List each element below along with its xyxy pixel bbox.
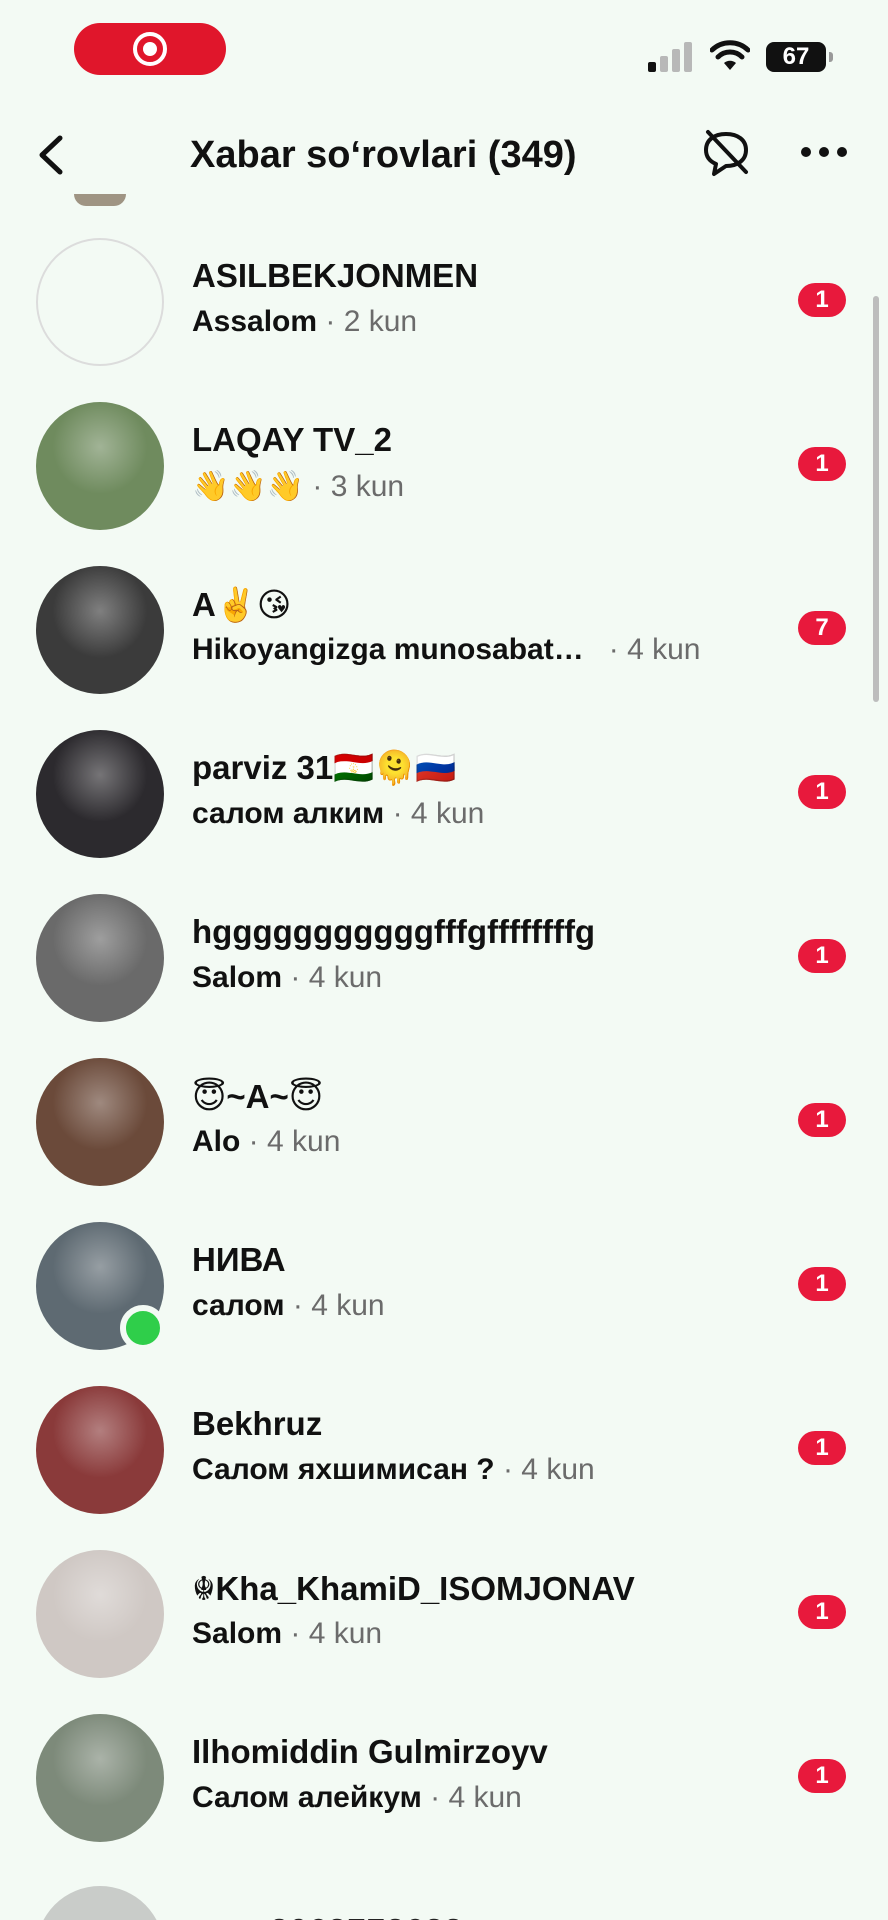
message-text: Салом алейкум <box>192 1781 422 1814</box>
request-name: Bekhruz <box>192 1405 323 1442</box>
message-text: салом <box>192 1289 285 1322</box>
request-name: 😇~A~😇 <box>192 1078 324 1115</box>
message-text: Салом яхшимисан ? <box>192 1453 495 1486</box>
screen-recording-indicator[interactable] <box>74 23 226 75</box>
message-preview: Салом яхшимисан ? · 4 kun <box>192 1453 595 1487</box>
list-item[interactable]: ASILBEKJONMEN Assalom · 2 kun 1 <box>0 219 888 383</box>
request-name: 2063773633 <box>270 1912 464 1920</box>
message-time: · 4 kun <box>430 1781 522 1814</box>
list-item[interactable]: 😇~A~😇 Alo · 4 kun 1 <box>0 1039 888 1203</box>
unread-count-badge: 1 <box>798 283 846 317</box>
screen-recording-icon <box>133 32 167 66</box>
status-bar: 67 <box>0 0 888 100</box>
message-preview: 👋👋👋 · 3 kun <box>192 469 404 504</box>
unread-count-badge: 1 <box>798 1431 846 1465</box>
list-item[interactable]: НИВА салом · 4 kun 1 <box>0 1203 888 1367</box>
avatar <box>36 894 164 1022</box>
request-name: LAQAY TV_2 <box>192 421 392 458</box>
avatar <box>36 402 164 530</box>
message-time: · 4 kun <box>608 633 701 666</box>
avatar <box>74 194 126 206</box>
avatar <box>36 1886 164 1920</box>
battery-indicator: 67 <box>766 42 833 72</box>
message-preview: Hikoyangizga munosabat… · 4 kun <box>192 633 700 667</box>
wifi-icon <box>710 40 750 70</box>
message-text: Alo <box>192 1125 241 1158</box>
avatar <box>36 238 164 366</box>
cellular-signal-icon <box>648 42 692 72</box>
list-item[interactable]: LAQAY TV_2 👋👋👋 · 3 kun 1 <box>0 383 888 547</box>
avatar <box>36 730 164 858</box>
message-preview: Alo · 4 kun <box>192 1125 340 1159</box>
list-item[interactable]: A✌️😘 Hikoyangizga munosabat… · 4 kun 7 <box>0 547 888 711</box>
unread-count-badge: 1 <box>798 939 846 973</box>
message-preview: салом · 4 kun <box>192 1289 385 1323</box>
online-status-dot <box>120 1305 166 1351</box>
request-name: ASILBEKJONMEN <box>192 257 479 294</box>
list-item[interactable]: hgggggggggggfffgffffffffg Salom · 4 kun 1 <box>0 875 888 1039</box>
message-preview: Салом алейкум · 4 kun <box>192 1781 522 1815</box>
message-text: салом алким <box>192 797 385 830</box>
avatar <box>36 1058 164 1186</box>
message-time: · 4 kun <box>292 1289 385 1322</box>
list-item[interactable]: Bekhruz Салом яхшимисан ? · 4 kun 1 <box>0 1367 888 1531</box>
unread-count-badge: 7 <box>798 611 846 645</box>
message-preview: Salom · 4 kun <box>192 961 382 995</box>
message-text: Assalom <box>192 305 318 338</box>
avatar <box>36 1550 164 1678</box>
message-preview: Assalom · 2 kun <box>192 305 417 339</box>
avatar <box>36 1386 164 1514</box>
unread-count-badge: 1 <box>798 775 846 809</box>
list-item[interactable]: ☬Kha_KhamiD_ISOMJONAV Salom · 4 kun 1 <box>0 1531 888 1695</box>
list-item[interactable]: 2063773633 <box>0 1886 888 1920</box>
message-requests-list[interactable]: ASILBEKJONMEN Assalom · 2 kun 1 LAQAY TV_2 👋… <box>0 146 888 1920</box>
message-text: 👋👋👋 <box>192 470 305 503</box>
request-name: A✌️😘 <box>192 586 292 623</box>
unread-count-badge: 1 <box>798 1595 846 1629</box>
message-time: · 4 kun <box>248 1125 341 1158</box>
message-time: · 4 kun <box>290 1617 383 1650</box>
message-text: Hikoyangizga munosabat… <box>192 633 584 666</box>
list-item[interactable]: Ilhomiddin Gulmirzoyv Салом алейкум · 4 k… <box>0 1695 888 1859</box>
message-preview: салом алким · 4 kun <box>192 797 484 831</box>
unread-count-badge: 1 <box>798 1267 846 1301</box>
message-time: · 3 kun <box>312 470 405 503</box>
message-text: Salom <box>192 961 283 994</box>
request-name: ☬Kha_KhamiD_ISOMJONAV <box>192 1570 635 1607</box>
message-text: Salom <box>192 1617 283 1650</box>
unread-count-badge: 1 <box>798 1103 846 1137</box>
message-preview: Salom · 4 kun <box>192 1617 382 1651</box>
message-time: · 4 kun <box>392 797 485 830</box>
unread-count-badge: 1 <box>798 1759 846 1793</box>
request-name: Ilhomiddin Gulmirzoyv <box>192 1733 548 1770</box>
message-time: · 4 kun <box>290 961 383 994</box>
request-name: hgggggggggggfffgffffffffg <box>192 913 596 950</box>
request-name: НИВА <box>192 1241 286 1278</box>
scrollbar[interactable] <box>873 296 879 702</box>
message-time: · 4 kun <box>502 1453 595 1486</box>
avatar <box>36 566 164 694</box>
unread-count-badge: 1 <box>798 447 846 481</box>
list-item[interactable]: parviz 31🇹🇯🫠🇷🇺 салом алким · 4 kun 1 <box>0 711 888 875</box>
avatar <box>36 1714 164 1842</box>
request-name: parviz 31🇹🇯🫠🇷🇺 <box>192 749 457 786</box>
message-time: · 2 kun <box>325 305 418 338</box>
